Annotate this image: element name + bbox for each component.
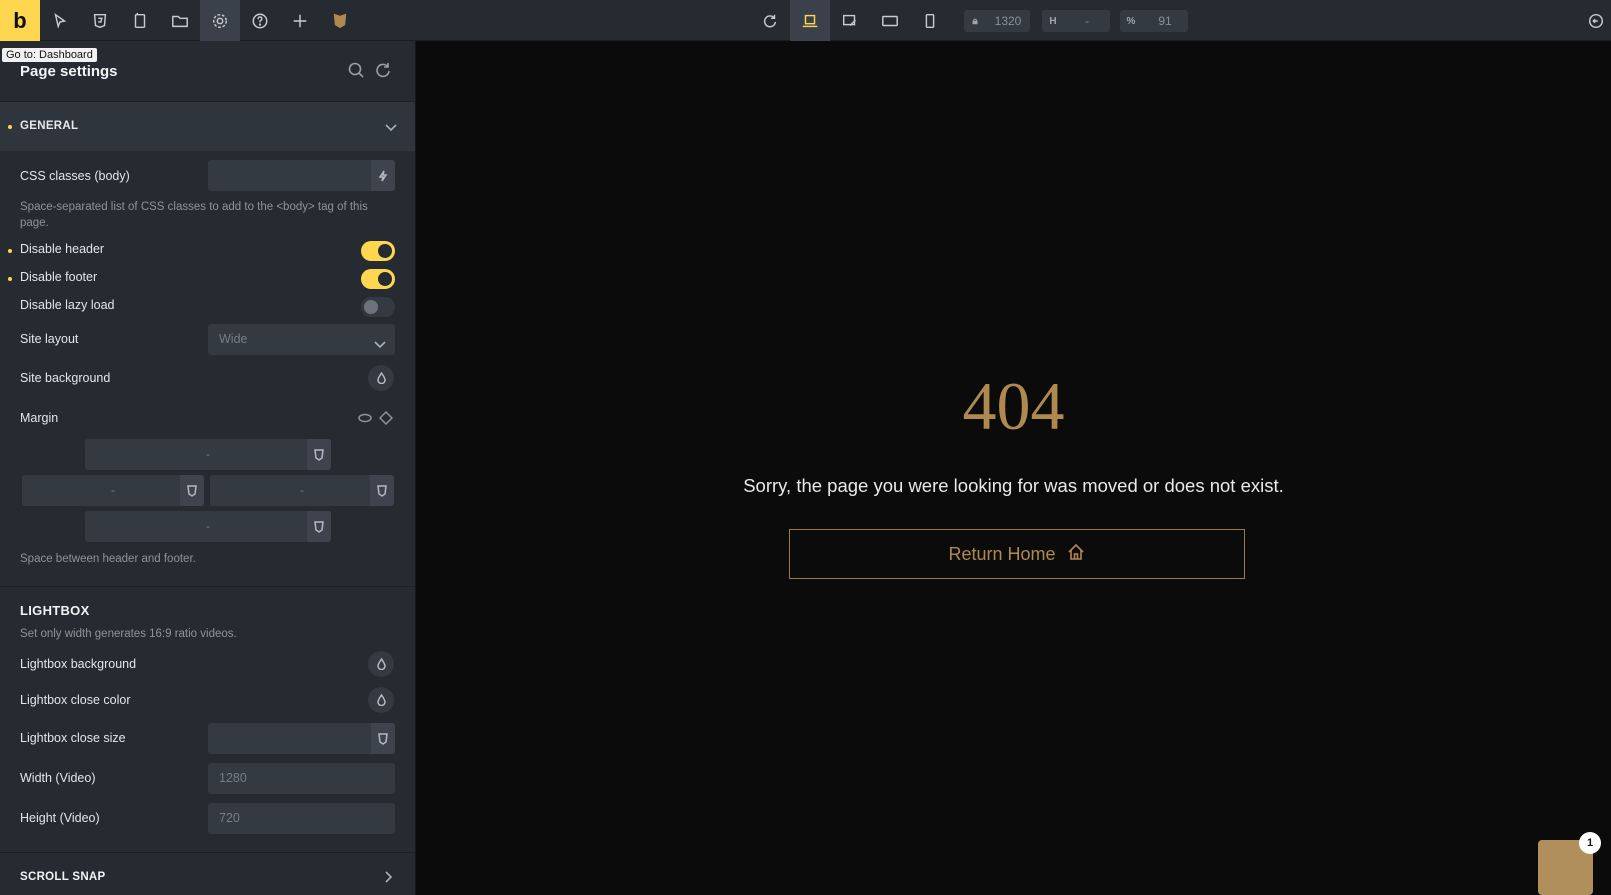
chevron-right-icon[interactable] bbox=[381, 870, 395, 884]
chevron-down-icon bbox=[384, 120, 398, 134]
home-icon bbox=[1066, 542, 1086, 567]
reset-icon[interactable] bbox=[374, 61, 392, 79]
units-shield-icon[interactable] bbox=[307, 511, 331, 542]
disable-header-label: Disable header bbox=[20, 242, 105, 256]
notification-badge: 1 bbox=[1579, 832, 1601, 854]
height-video-input[interactable]: 720 bbox=[208, 803, 395, 834]
general-label: GENERAL bbox=[20, 120, 79, 132]
lightbox-close-size-label: Lightbox close size bbox=[20, 731, 126, 745]
chevron-down-icon bbox=[373, 332, 387, 349]
height-video-label: Height (Video) bbox=[20, 811, 100, 825]
units-shield-icon[interactable] bbox=[307, 439, 331, 470]
add-icon[interactable] bbox=[280, 0, 320, 41]
margin-bottom-value: - bbox=[206, 519, 210, 533]
top-toolbar: b 🔒︎ 1320 H - % 91 bbox=[0, 0, 1611, 41]
lightbox-background-color-picker[interactable] bbox=[368, 651, 394, 677]
breakpoint-edit-icon[interactable] bbox=[830, 0, 870, 41]
modified-dot bbox=[8, 249, 12, 253]
margin-right-input[interactable]: - bbox=[210, 475, 394, 506]
canvas-height-value: - bbox=[1085, 14, 1089, 28]
error-message: Sorry, the page you were looking for was… bbox=[743, 475, 1284, 496]
margin-label: Margin bbox=[20, 411, 59, 425]
units-shield-icon[interactable] bbox=[371, 723, 395, 754]
toggle-knob bbox=[364, 300, 378, 314]
desktop-laptop-icon[interactable] bbox=[790, 0, 830, 41]
responsive-icon[interactable] bbox=[378, 410, 394, 426]
lightbox-close-color-label: Lightbox close color bbox=[20, 693, 131, 707]
lightbox-background-label: Lightbox background bbox=[20, 657, 137, 671]
search-icon[interactable] bbox=[347, 61, 365, 79]
margin-top-value: - bbox=[206, 447, 210, 461]
disable-footer-label: Disable footer bbox=[20, 270, 98, 284]
lightbox-title: LIGHTBOX bbox=[20, 603, 90, 618]
css-classes-label: CSS classes (body) bbox=[20, 169, 130, 183]
chat-widget-button[interactable]: 1 bbox=[1538, 832, 1601, 895]
canvas-height-input[interactable]: H - bbox=[1042, 10, 1110, 32]
section-divider bbox=[0, 852, 415, 853]
lock-icon: 🔒︎ bbox=[972, 15, 978, 27]
logo-button[interactable]: b bbox=[0, 0, 40, 41]
section-divider bbox=[0, 586, 415, 587]
page-settings-panel: Go to: Dashboard Page settings GENERAL C… bbox=[0, 41, 416, 895]
disable-header-toggle[interactable] bbox=[361, 241, 395, 261]
return-home-label: Return Home bbox=[948, 543, 1056, 564]
canvas-zoom-input[interactable]: % 91 bbox=[1120, 10, 1188, 32]
disable-lazy-load-toggle[interactable] bbox=[361, 297, 395, 317]
units-shield-icon[interactable] bbox=[370, 475, 394, 506]
margin-right-value: - bbox=[300, 483, 304, 497]
brand-shield-icon[interactable] bbox=[320, 0, 360, 41]
return-home-button[interactable]: Return Home bbox=[789, 529, 1245, 579]
dashboard-tooltip: Go to: Dashboard bbox=[2, 48, 97, 62]
page-title: Page settings bbox=[20, 63, 118, 80]
modified-dot bbox=[8, 125, 12, 129]
site-layout-select[interactable]: Wide bbox=[208, 324, 395, 355]
margin-description: Space between header and footer. bbox=[20, 553, 196, 565]
site-background-label: Site background bbox=[20, 371, 111, 385]
toggle-knob bbox=[378, 244, 392, 258]
canvas-width-input[interactable]: 🔒︎ 1320 bbox=[964, 10, 1030, 32]
css-classes-description: Space-separated list of CSS classes to a… bbox=[20, 201, 368, 229]
site-layout-label: Site layout bbox=[20, 332, 79, 346]
modified-dot bbox=[8, 277, 12, 281]
disable-lazy-load-label: Disable lazy load bbox=[20, 298, 115, 312]
margin-left-input[interactable]: - bbox=[22, 475, 204, 506]
select-cursor-icon[interactable] bbox=[40, 0, 80, 41]
dynamic-data-button[interactable] bbox=[371, 160, 395, 191]
help-icon[interactable] bbox=[240, 0, 280, 41]
units-shield-icon[interactable] bbox=[180, 475, 204, 506]
margin-bottom-input[interactable]: - bbox=[85, 511, 331, 542]
canvas-preview: 404 Sorry, the page you were looking for… bbox=[416, 41, 1611, 895]
height-prefix: H bbox=[1049, 15, 1057, 27]
lightbox-description: Set only width generates 16:9 ratio vide… bbox=[20, 628, 237, 640]
settings-gear-icon[interactable] bbox=[200, 0, 240, 41]
lightbox-close-size-input[interactable] bbox=[208, 723, 395, 754]
canvas-zoom-value: 91 bbox=[1158, 14, 1172, 28]
tablet-landscape-icon[interactable] bbox=[870, 0, 910, 41]
width-video-input[interactable]: 1280 bbox=[208, 763, 395, 794]
width-video-label: Width (Video) bbox=[20, 771, 96, 785]
site-background-color-picker[interactable] bbox=[368, 365, 394, 391]
scroll-snap-label[interactable]: SCROLL SNAP bbox=[20, 871, 106, 883]
zoom-prefix: % bbox=[1126, 15, 1136, 27]
site-layout-value: Wide bbox=[219, 332, 248, 346]
margin-left-value: - bbox=[111, 483, 115, 497]
toggle-knob bbox=[378, 272, 392, 286]
general-group-header[interactable]: GENERAL bbox=[0, 101, 415, 151]
link-icon[interactable] bbox=[358, 411, 372, 425]
disable-footer-toggle[interactable] bbox=[361, 269, 395, 289]
mobile-portrait-icon[interactable] bbox=[910, 0, 950, 41]
lightbox-close-color-picker[interactable] bbox=[368, 687, 394, 713]
pages-icon[interactable] bbox=[120, 0, 160, 41]
folder-icon[interactable] bbox=[160, 0, 200, 41]
margin-top-input[interactable]: - bbox=[85, 439, 331, 470]
error-code: 404 bbox=[962, 368, 1065, 444]
refresh-icon[interactable] bbox=[750, 0, 790, 41]
exit-builder-icon[interactable] bbox=[1580, 0, 1611, 41]
css-classes-input[interactable] bbox=[208, 160, 395, 191]
canvas-width-value: 1320 bbox=[994, 14, 1022, 28]
templates-shield-icon[interactable] bbox=[80, 0, 120, 41]
